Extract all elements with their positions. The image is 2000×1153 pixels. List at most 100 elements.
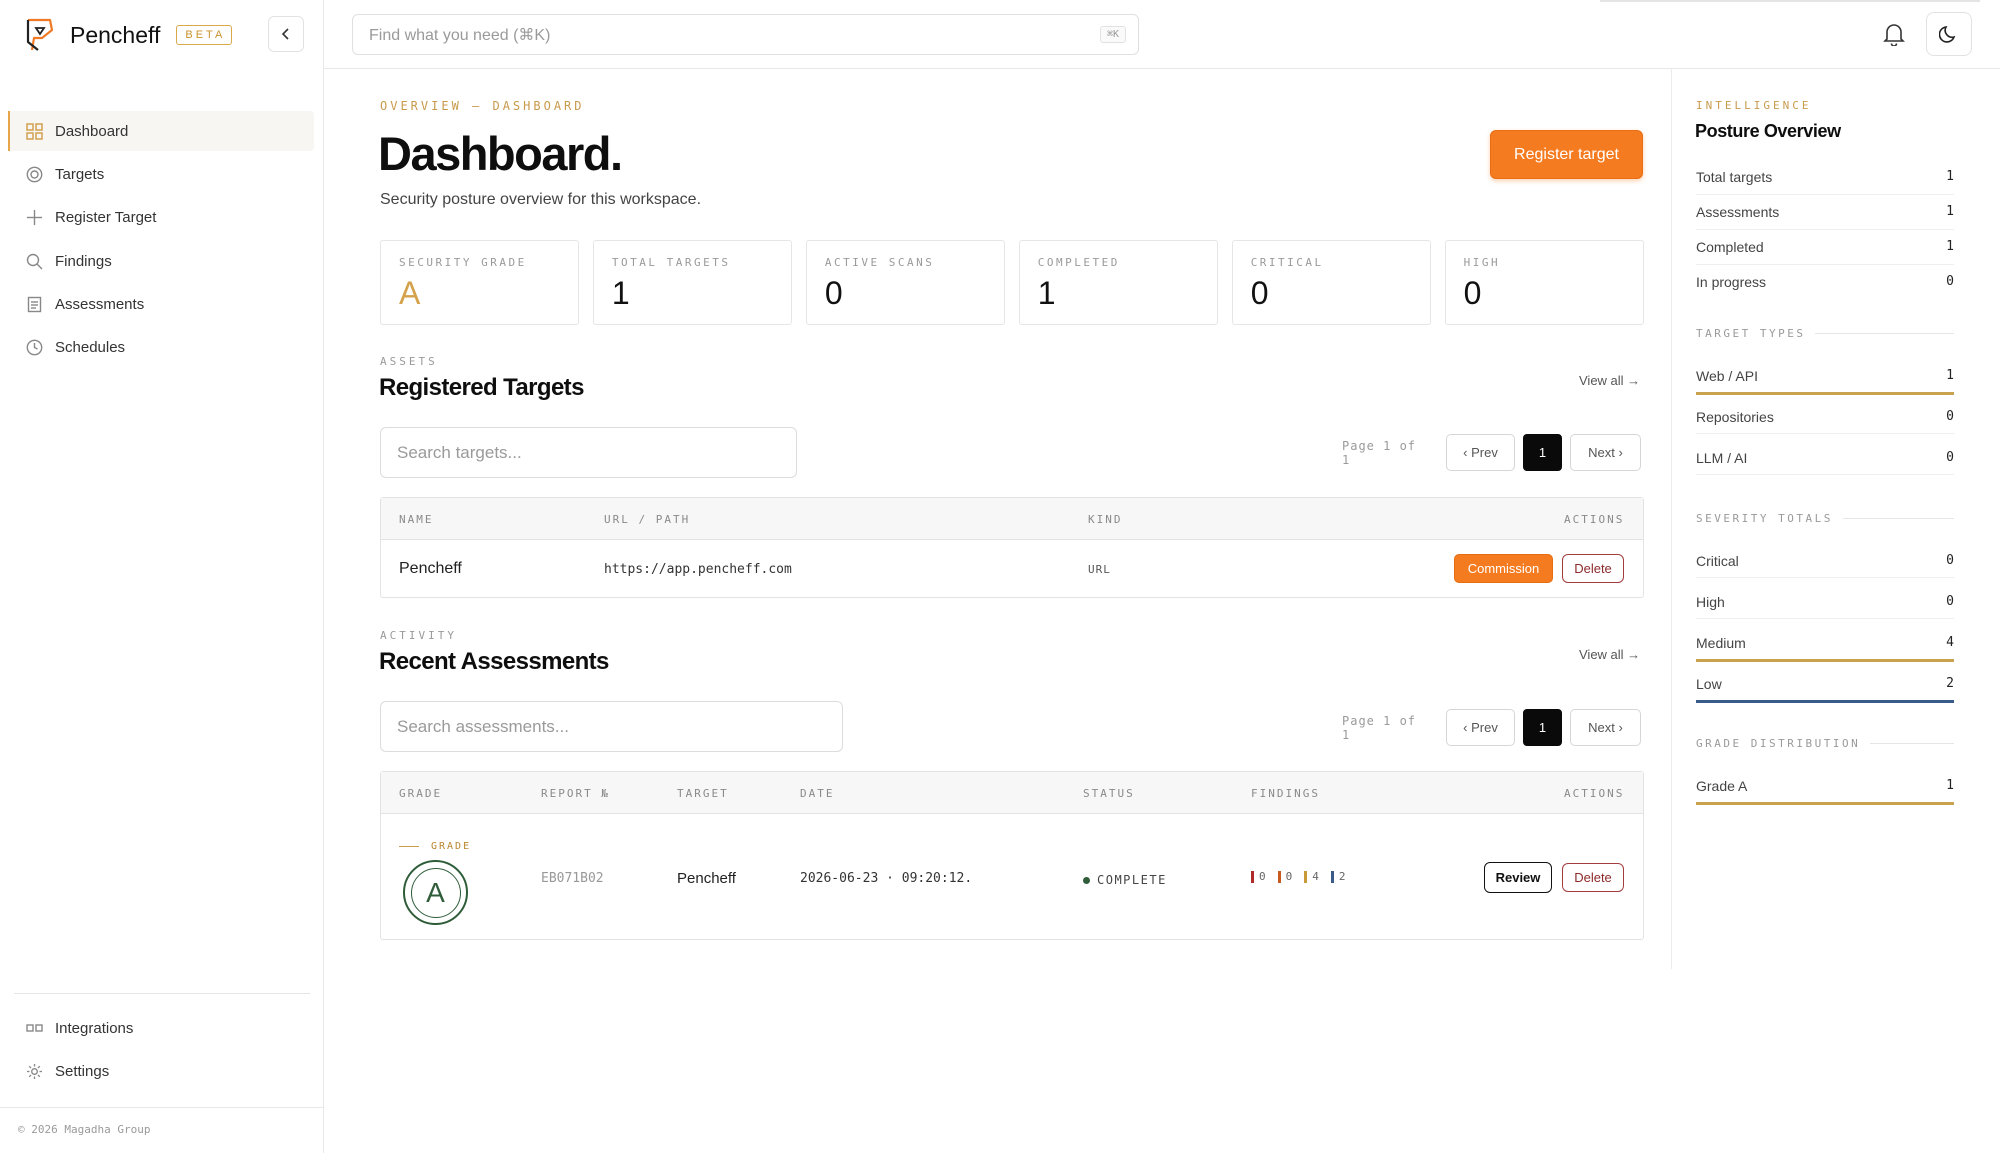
panel-eyebrow: INTELLIGENCE xyxy=(1696,99,1812,112)
type-label: Repositories xyxy=(1696,409,1774,425)
pager-current-page[interactable]: 1 xyxy=(1523,709,1562,746)
section-label: SEVERITY TOTALS xyxy=(1696,512,1833,525)
table-row[interactable]: Pencheff https://app.pencheff.com URL Co… xyxy=(381,540,1643,598)
severity-heading: SEVERITY TOTALS xyxy=(1696,512,1954,525)
grade-caption: GRADE xyxy=(399,841,471,852)
low-bar xyxy=(1696,700,1954,703)
severity-label: Critical xyxy=(1696,553,1739,569)
beta-badge: BETA xyxy=(176,25,233,45)
type-label: LLM / AI xyxy=(1696,450,1748,466)
column-header: REPORT № xyxy=(541,787,610,800)
notifications-button[interactable] xyxy=(1876,18,1912,50)
sidebar-item-label: Dashboard xyxy=(55,122,129,140)
pager-info: Page 1 of 1 xyxy=(1342,438,1417,467)
gear-icon xyxy=(25,1062,43,1080)
page-eyebrow: OVERVIEW — DASHBOARD xyxy=(380,99,585,113)
integrations-icon xyxy=(25,1019,43,1037)
stat-active-scans: ACTIVE SCANS 0 xyxy=(805,240,1006,325)
column-header: TARGET xyxy=(677,787,729,800)
collapse-sidebar-button[interactable] xyxy=(268,16,304,52)
overview-label: Assessments xyxy=(1696,204,1780,220)
plus-icon xyxy=(25,209,43,227)
target-icon xyxy=(25,165,43,183)
section-label: TARGET TYPES xyxy=(1696,327,1806,340)
sidebar-item-label: Findings xyxy=(55,252,112,270)
column-header: ACTIONS xyxy=(1564,787,1625,800)
theme-toggle-button[interactable] xyxy=(1926,12,1972,56)
sidebar-item-label: Settings xyxy=(55,1062,110,1080)
review-button[interactable]: Review xyxy=(1484,862,1552,893)
target-type-row: LLM / AI 0 xyxy=(1696,450,1954,466)
targets-pager: Page 1 of 1 ‹ Prev 1 Next › xyxy=(1342,434,1641,471)
pager-next-button[interactable]: Next › xyxy=(1570,709,1641,746)
row-divider xyxy=(1696,194,1954,195)
pager-next-button[interactable]: Next › xyxy=(1570,434,1641,471)
sidebar-item-assessments[interactable]: Assessments xyxy=(8,285,314,325)
column-header: KIND xyxy=(1088,513,1123,526)
clipboard-icon xyxy=(25,296,43,314)
sidebar-item-register-target[interactable]: Register Target xyxy=(8,198,314,238)
targets-view-all-link[interactable]: View all → xyxy=(1579,373,1640,388)
stats-row: SECURITY GRADE A TOTAL TARGETS 1 ACTIVE … xyxy=(380,240,1645,325)
assessments-view-all-link[interactable]: View all → xyxy=(1579,647,1640,662)
brand[interactable]: Pencheff BETA xyxy=(24,14,233,56)
stat-high: HIGH 0 xyxy=(1444,240,1645,325)
table-header: GRADE REPORT № TARGET DATE STATUS FINDIN… xyxy=(381,772,1643,814)
assessments-search-input[interactable]: Search assessments... xyxy=(380,701,843,752)
sidebar-item-label: Register Target xyxy=(55,209,157,227)
row-divider xyxy=(1696,618,1954,619)
grade-label: Grade A xyxy=(1696,778,1748,794)
table-row[interactable]: GRADE A EB071B02 Pencheff 2026-06-23 · 0… xyxy=(381,814,1643,939)
column-header: NAME xyxy=(399,513,434,526)
row-divider xyxy=(1696,433,1954,434)
sidebar-item-label: Assessments xyxy=(55,296,145,314)
sidebar-item-schedules[interactable]: Schedules xyxy=(8,328,314,368)
row-divider xyxy=(1696,474,1954,475)
overview-value: 1 xyxy=(1946,204,1954,219)
delete-assessment-button[interactable]: Delete xyxy=(1562,863,1624,892)
stat-value: 0 xyxy=(1250,275,1269,311)
stat-value: 0 xyxy=(1463,275,1482,311)
overview-row: Assessments 1 xyxy=(1696,204,1954,220)
sidebar-item-dashboard[interactable]: Dashboard xyxy=(8,111,314,151)
stat-value: A xyxy=(399,275,421,311)
sidebar-item-targets[interactable]: Targets xyxy=(8,154,314,194)
global-search-input[interactable]: Find what you need (⌘K) ⌘K xyxy=(352,14,1139,55)
pager-prev-button[interactable]: ‹ Prev xyxy=(1446,434,1515,471)
sidebar-item-settings[interactable]: Settings xyxy=(8,1051,314,1091)
stat-critical: CRITICAL 0 xyxy=(1231,240,1432,325)
status-label: COMPLETE xyxy=(1097,873,1167,887)
severity-value: 0 xyxy=(1946,594,1954,609)
sidebar-nav: Dashboard Targets Register Target Findin… xyxy=(8,111,314,371)
sidebar-item-findings[interactable]: Findings xyxy=(8,241,314,281)
table-header: NAME URL / PATH KIND ACTIONS xyxy=(381,498,1643,540)
chevron-left-icon xyxy=(281,28,289,40)
high-marker xyxy=(1277,870,1281,883)
sidebar-item-integrations[interactable]: Integrations xyxy=(8,1008,314,1048)
overview-row: Completed 1 xyxy=(1696,239,1954,255)
overview-row: In progress 0 xyxy=(1696,274,1954,290)
delete-target-button[interactable]: Delete xyxy=(1562,554,1624,583)
register-target-button[interactable]: Register target xyxy=(1490,130,1643,179)
row-divider xyxy=(1696,229,1954,230)
moon-icon xyxy=(1939,26,1956,43)
column-header: STATUS xyxy=(1083,787,1135,800)
assessments-search-placeholder: Search assessments... xyxy=(397,716,569,736)
pencheff-logo-icon xyxy=(26,18,54,51)
low-marker xyxy=(1330,870,1334,883)
findings-counts: 0 0 4 2 xyxy=(1251,870,1346,883)
grade-seal: A xyxy=(403,860,468,925)
stat-value: 1 xyxy=(611,275,630,311)
critical-count: 0 xyxy=(1259,870,1266,883)
assessment-target: Pencheff xyxy=(677,870,736,887)
stat-label: SECURITY GRADE xyxy=(399,256,527,269)
sidebar: Pencheff BETA Dashboard Targets Register… xyxy=(0,0,324,1153)
medium-count: 4 xyxy=(1312,870,1319,883)
pager-prev-button[interactable]: ‹ Prev xyxy=(1446,709,1515,746)
pager-current-page[interactable]: 1 xyxy=(1523,434,1562,471)
targets-search-input[interactable]: Search targets... xyxy=(380,427,797,478)
commission-button[interactable]: Commission xyxy=(1454,554,1553,583)
column-header: ACTIONS xyxy=(1564,513,1625,526)
bell-icon xyxy=(1883,24,1905,46)
sidebar-bottom-nav: Integrations Settings xyxy=(8,1008,314,1095)
